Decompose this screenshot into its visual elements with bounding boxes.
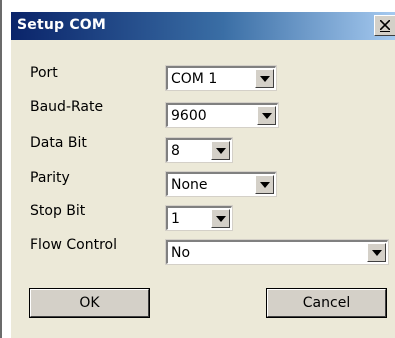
chevron-down-icon [372, 250, 382, 256]
flow-control-value: No [171, 245, 191, 261]
port-select[interactable]: COM 1 [165, 65, 277, 91]
title-bar[interactable]: Setup COM [11, 12, 395, 40]
flow-control-dropdown-button[interactable] [367, 243, 386, 262]
parity-label: Parity [30, 170, 70, 186]
background-window-edge [0, 0, 2, 338]
stop-bit-label: Stop Bit [30, 203, 86, 219]
window-title: Setup COM [17, 17, 107, 33]
close-underline [380, 31, 390, 32]
chevron-down-icon [216, 148, 226, 154]
data-bit-value: 8 [171, 143, 180, 159]
port-dropdown-button[interactable] [255, 69, 274, 88]
ok-button[interactable]: OK [29, 288, 150, 318]
baud-rate-select[interactable]: 9600 [165, 102, 279, 128]
close-icon [380, 20, 390, 30]
port-label: Port [30, 65, 58, 81]
data-bit-select[interactable]: 8 [165, 137, 233, 163]
chevron-down-icon [216, 216, 226, 222]
close-button[interactable] [374, 15, 395, 36]
chevron-down-icon [262, 113, 272, 119]
chevron-down-icon [260, 182, 270, 188]
baud-rate-value: 9600 [171, 108, 207, 124]
parity-select[interactable]: None [165, 171, 277, 197]
baud-rate-label: Baud-Rate [30, 99, 104, 115]
flow-control-select[interactable]: No [165, 239, 389, 265]
data-bit-dropdown-button[interactable] [211, 141, 230, 160]
screen: Setup COM Port COM 1 Baud-Rate 9600 Data… [0, 0, 395, 338]
parity-dropdown-button[interactable] [255, 175, 274, 194]
setup-com-dialog: Setup COM Port COM 1 Baud-Rate 9600 Data… [10, 12, 395, 338]
stop-bit-select[interactable]: 1 [165, 205, 233, 231]
stop-bit-dropdown-button[interactable] [211, 209, 230, 228]
data-bit-label: Data Bit [30, 135, 87, 151]
baud-rate-dropdown-button[interactable] [257, 106, 276, 125]
chevron-down-icon [260, 76, 270, 82]
cancel-button[interactable]: Cancel [266, 288, 387, 318]
parity-value: None [171, 177, 208, 193]
port-value: COM 1 [171, 71, 218, 87]
stop-bit-value: 1 [171, 211, 180, 227]
flow-control-label: Flow Control [30, 237, 118, 253]
